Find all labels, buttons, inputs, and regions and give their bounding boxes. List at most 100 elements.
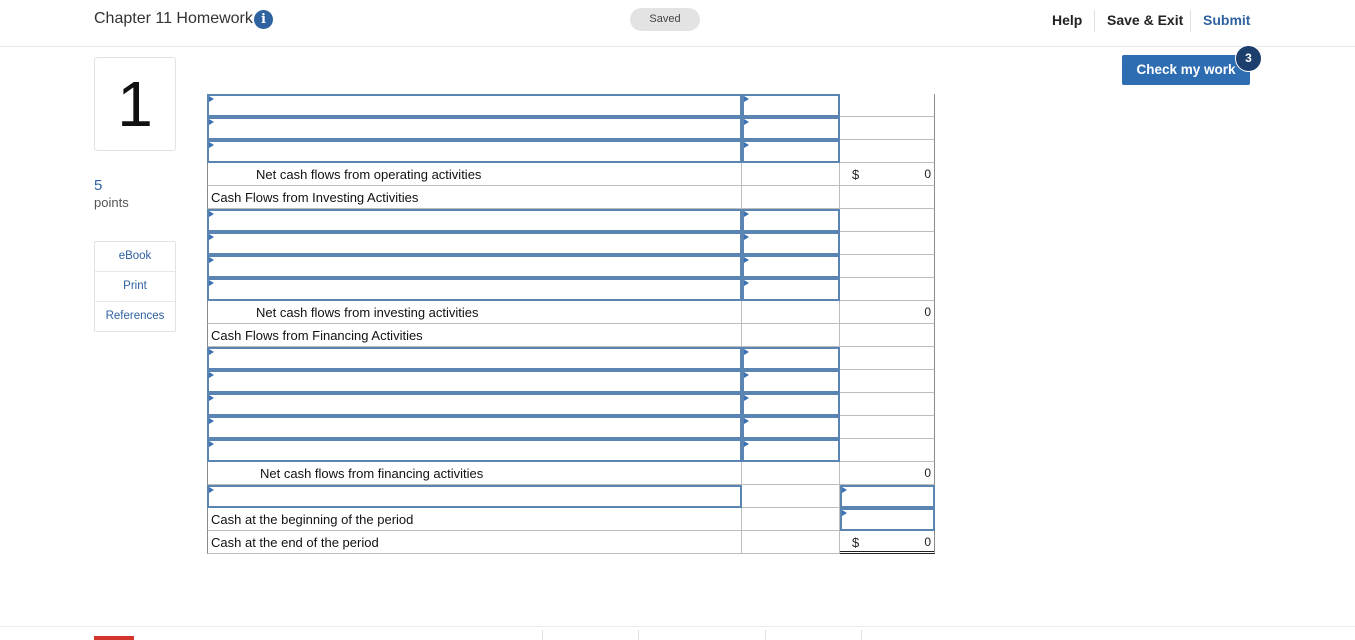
cash-begin-label-cell: Cash at the beginning of the period: [207, 508, 742, 531]
footer-divider-tick: [638, 630, 639, 640]
account-dropdown[interactable]: [207, 416, 742, 439]
total-cell: 0: [840, 301, 935, 324]
amount-input[interactable]: [742, 393, 840, 416]
account-dropdown[interactable]: [207, 278, 742, 301]
empty-cell: [742, 508, 840, 531]
worksheet-row: [207, 416, 935, 439]
worksheet-row: Net cash flows from financing activities…: [207, 462, 935, 485]
empty-cell: [742, 531, 840, 554]
cash-begin-label: Cash at the beginning of the period: [211, 512, 414, 527]
dollar-sign: $: [852, 167, 860, 182]
total-cell: [840, 255, 935, 278]
references-button[interactable]: References: [95, 302, 175, 331]
empty-cell: [742, 485, 840, 508]
worksheet-row: Cash at the end of the period $0: [207, 531, 935, 554]
check-my-work-button[interactable]: Check my work: [1122, 55, 1250, 85]
submit-link[interactable]: Submit: [1203, 12, 1250, 28]
worksheet-row: [207, 439, 935, 462]
section-heading: Cash Flows from Financing Activities: [211, 328, 423, 343]
amount-input[interactable]: [742, 232, 840, 255]
total-cell: $0: [840, 163, 935, 186]
footer-accent-bar: [94, 636, 134, 640]
points-value: 5: [94, 177, 103, 194]
worksheet-row: [207, 209, 935, 232]
worksheet-row: [207, 255, 935, 278]
section-heading: Cash Flows from Investing Activities: [211, 190, 419, 205]
top-bar: Chapter 11 Homework i Saved Help Save & …: [0, 0, 1355, 47]
account-dropdown[interactable]: [207, 117, 742, 140]
amount-input[interactable]: [840, 485, 935, 508]
amount-input[interactable]: [742, 439, 840, 462]
total-cell: [840, 140, 935, 163]
info-icon[interactable]: i: [254, 10, 273, 29]
amount-input[interactable]: [742, 347, 840, 370]
empty-cell: [742, 324, 840, 347]
footer-divider: [0, 626, 1355, 627]
worksheet-row: [207, 140, 935, 163]
ebook-button[interactable]: eBook: [95, 242, 175, 272]
worksheet-row: [207, 117, 935, 140]
total-label: Net cash flows from investing activities: [256, 305, 479, 320]
account-dropdown[interactable]: [207, 370, 742, 393]
worksheet-row: [207, 485, 935, 508]
amount-input[interactable]: [742, 255, 840, 278]
empty-cell: [840, 324, 935, 347]
print-button[interactable]: Print: [95, 272, 175, 302]
account-dropdown[interactable]: [207, 439, 742, 462]
total-cell: [840, 278, 935, 301]
total-label-cell: Net cash flows from operating activities: [207, 163, 742, 186]
cash-flow-worksheet: Net cash flows from operating activities…: [207, 94, 935, 559]
amount-input[interactable]: [742, 209, 840, 232]
account-dropdown[interactable]: [207, 485, 742, 508]
save-exit-link[interactable]: Save & Exit: [1107, 12, 1183, 28]
total-value: 0: [924, 167, 931, 181]
worksheet-row: Cash Flows from Financing Activities: [207, 324, 935, 347]
worksheet-row: [207, 393, 935, 416]
account-dropdown[interactable]: [207, 347, 742, 370]
amount-input[interactable]: [742, 117, 840, 140]
amount-input[interactable]: [742, 416, 840, 439]
account-dropdown[interactable]: [207, 393, 742, 416]
total-cell: [840, 416, 935, 439]
total-cell: [840, 94, 935, 117]
worksheet-row: Net cash flows from operating activities…: [207, 163, 935, 186]
empty-cell: [840, 186, 935, 209]
total-label: Net cash flows from operating activities: [256, 167, 482, 182]
total-cell: [840, 439, 935, 462]
empty-cell: [742, 301, 840, 324]
account-dropdown[interactable]: [207, 140, 742, 163]
total-cell: [840, 393, 935, 416]
total-label-cell: Net cash flows from investing activities: [207, 301, 742, 324]
account-dropdown[interactable]: [207, 232, 742, 255]
empty-cell: [742, 186, 840, 209]
assignment-title: Chapter 11 Homework: [94, 10, 253, 27]
empty-cell: [742, 163, 840, 186]
question-number: 1: [94, 57, 176, 151]
nav-divider: [1190, 10, 1191, 32]
account-dropdown[interactable]: [207, 255, 742, 278]
dollar-sign: $: [852, 535, 860, 550]
empty-cell: [742, 462, 840, 485]
worksheet-row: [207, 347, 935, 370]
amount-input[interactable]: [742, 278, 840, 301]
amount-input[interactable]: [742, 94, 840, 117]
footer-divider-tick: [765, 630, 766, 640]
total-cell: [840, 209, 935, 232]
account-dropdown[interactable]: [207, 209, 742, 232]
total-label: Net cash flows from financing activities: [260, 466, 484, 481]
cash-end-total-cell: $0: [840, 531, 935, 554]
total-cell: [840, 370, 935, 393]
cash-begin-input[interactable]: [840, 508, 935, 531]
amount-input[interactable]: [742, 140, 840, 163]
account-dropdown[interactable]: [207, 94, 742, 117]
total-value: 0: [924, 535, 931, 549]
amount-input[interactable]: [742, 370, 840, 393]
footer-divider-tick: [861, 630, 862, 640]
total-cell: [840, 347, 935, 370]
footer-divider-tick: [542, 630, 543, 640]
points-label: points: [94, 195, 129, 210]
total-cell: [840, 117, 935, 140]
help-link[interactable]: Help: [1052, 12, 1082, 28]
worksheet-row: [207, 94, 935, 117]
total-label-cell: Net cash flows from financing activities: [207, 462, 742, 485]
